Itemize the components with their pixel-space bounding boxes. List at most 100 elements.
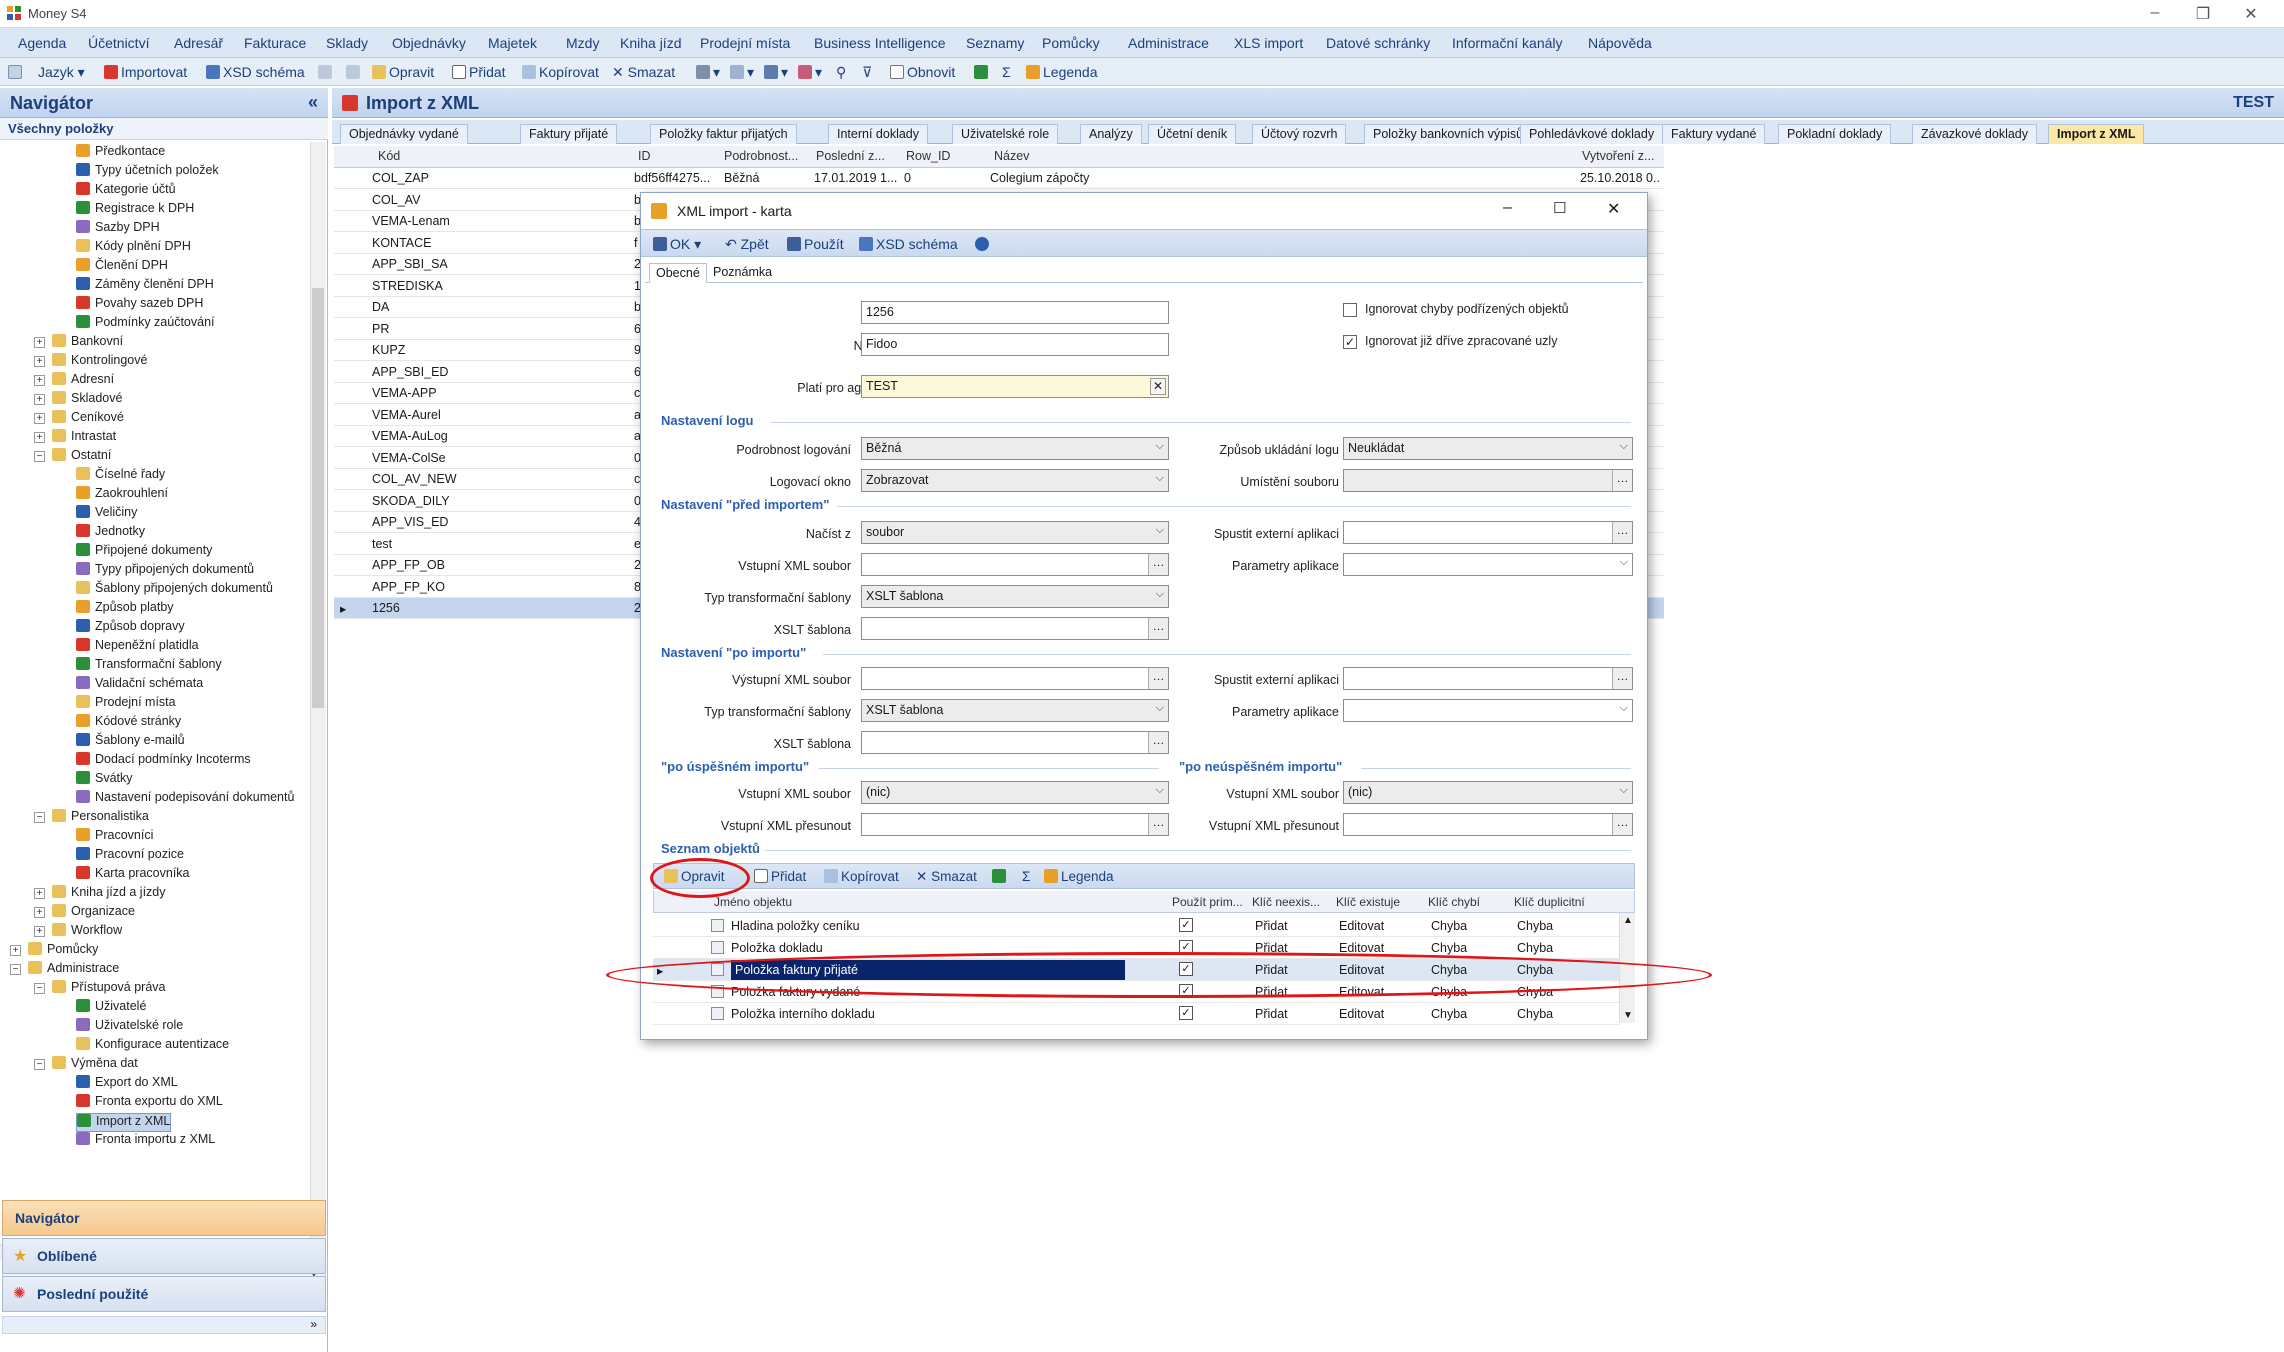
tree-item[interactable]: Členění DPH xyxy=(76,258,168,277)
tree-item[interactable]: Svátky xyxy=(76,771,133,790)
tree-item[interactable]: Kontrolingové xyxy=(52,353,147,372)
menu-item[interactable]: Datové schránky xyxy=(1326,35,1430,51)
zpusob-select[interactable]: Neukládat ⌵ xyxy=(1343,437,1633,460)
object-row[interactable]: Hladina položky ceníku ✓ Přidat Editovat Chy… xyxy=(653,915,1619,937)
pouzit-button[interactable]: Použít xyxy=(787,236,844,252)
menu-item[interactable]: XLS import xyxy=(1234,35,1303,51)
tree-item[interactable]: Šablony e-mailů xyxy=(76,733,185,752)
tree-expander-icon[interactable]: + xyxy=(34,356,45,367)
help-icon[interactable] xyxy=(975,236,992,252)
col-rowid[interactable]: Row_ID xyxy=(906,149,950,163)
tree-item[interactable]: Adresní xyxy=(52,372,114,391)
tree-item[interactable]: Pracovníci xyxy=(76,828,153,847)
menu-item[interactable]: Sklady xyxy=(326,35,368,51)
tree-expander-icon[interactable]: + xyxy=(34,337,45,348)
ignore-child-errors-checkbox[interactable] xyxy=(1343,303,1357,317)
tree-item[interactable]: Kniha jízd a jízdy xyxy=(52,885,166,904)
scroll-down-icon[interactable]: ▼ xyxy=(1623,1010,1633,1021)
document-tab[interactable]: Účetní deník xyxy=(1148,124,1237,144)
obnovit-button[interactable]: Obnovit xyxy=(890,64,955,80)
layout-icon[interactable] xyxy=(8,64,25,80)
scroll-up-icon[interactable]: ▲ xyxy=(1623,915,1633,926)
document-tab[interactable]: Interní doklady xyxy=(828,124,928,144)
document-tab[interactable]: Import z XML xyxy=(2048,124,2145,144)
clear-agenda-button[interactable]: ✕ xyxy=(1150,378,1166,395)
tree-expander-icon[interactable]: + xyxy=(34,413,45,424)
ok-button[interactable]: OK ▾ xyxy=(653,236,701,253)
tree-item[interactable]: Registrace k DPH xyxy=(76,201,194,220)
tree-item[interactable]: Bankovní xyxy=(52,334,123,353)
col-id[interactable]: ID xyxy=(638,149,651,163)
tree-item[interactable]: Skladové xyxy=(52,391,122,410)
document-tab[interactable]: Účtový rozvrh xyxy=(1252,124,1347,144)
document-tab[interactable]: Pokladní doklady xyxy=(1778,124,1892,144)
jazyk-button[interactable]: Jazyk ▾ xyxy=(38,64,85,81)
object-row[interactable]: Položka interního dokladu ✓ Přidat Editovat… xyxy=(653,1003,1619,1025)
close-icon[interactable]: ✕ xyxy=(2236,4,2266,24)
tree-expander-icon[interactable]: − xyxy=(34,1059,45,1070)
tree-item[interactable]: Workflow xyxy=(52,923,122,942)
tree-item[interactable]: Konfigurace autentizace xyxy=(76,1037,229,1056)
okno-select[interactable]: Zobrazovat ⌵ xyxy=(861,469,1169,492)
browse-button[interactable]: … xyxy=(1612,522,1632,543)
col-kod[interactable]: Kód xyxy=(378,149,400,163)
oblibene-button[interactable]: Oblíbené ★ xyxy=(2,1238,326,1274)
tree-item[interactable]: Typy účetních položek xyxy=(76,163,219,182)
document-tab[interactable]: Závazkové doklady xyxy=(1912,124,2038,144)
tree-item[interactable]: Ceníkové xyxy=(52,410,124,429)
tree-item[interactable]: Kódové stránky xyxy=(76,714,181,733)
col-nazev[interactable]: Název xyxy=(994,149,1029,163)
tree-item[interactable]: Připojené dokumenty xyxy=(76,543,212,562)
param-select[interactable]: ⌵ xyxy=(1343,553,1633,576)
menu-item[interactable]: Adresář xyxy=(174,35,223,51)
tree-expander-icon[interactable]: + xyxy=(34,432,45,443)
tab-obecne[interactable]: Obecné xyxy=(649,263,707,283)
tree-item[interactable]: Jednotky xyxy=(76,524,145,543)
menu-item[interactable]: Kniha jízd xyxy=(620,35,681,51)
tree-item[interactable]: Povahy sazeb DPH xyxy=(76,296,203,315)
tree-expander-icon[interactable]: + xyxy=(34,375,45,386)
pridat-button[interactable]: Přidat xyxy=(452,64,506,80)
document-tab[interactable]: Pohledávkové doklady xyxy=(1520,124,1664,144)
col-jmeno[interactable]: Jméno objektu xyxy=(714,895,792,909)
tree-item[interactable]: Nepeněžní platidla xyxy=(76,638,199,657)
tree-item[interactable]: Transformační šablony xyxy=(76,657,222,676)
dialog-maximize-icon[interactable]: ☐ xyxy=(1553,199,1566,217)
tree-item[interactable]: Veličiny xyxy=(76,505,137,524)
xslt-field[interactable]: … xyxy=(861,617,1169,640)
tree-expander-icon[interactable]: + xyxy=(34,926,45,937)
typ-select[interactable]: XSLT šablona ⌵ xyxy=(861,585,1169,608)
tree-item[interactable]: Typy připojených dokumentů xyxy=(76,562,254,581)
nacist-select[interactable]: soubor ⌵ xyxy=(861,521,1169,544)
tree-expander-icon[interactable]: − xyxy=(34,812,45,823)
use-primary-checkbox[interactable]: ✓ xyxy=(1179,918,1193,932)
tree-item[interactable]: Zaokrouhlení xyxy=(76,486,168,505)
presunout-fail-field[interactable]: … xyxy=(1343,813,1633,836)
tree-expander-icon[interactable]: + xyxy=(34,907,45,918)
menu-item[interactable]: Majetek xyxy=(488,35,537,51)
excel-icon[interactable] xyxy=(974,64,991,80)
tree-item[interactable]: Přístupová práva xyxy=(52,980,166,999)
preview-icon[interactable]: ▾ xyxy=(730,64,754,81)
vstupni-fail-select[interactable]: (nic) ⌵ xyxy=(1343,781,1633,804)
tree-item[interactable]: Import z XML xyxy=(76,1113,172,1132)
restore-icon[interactable]: ❐ xyxy=(2188,4,2218,24)
tree-item[interactable]: Pracovní pozice xyxy=(76,847,184,866)
document-tab[interactable]: Faktury vydané xyxy=(1662,124,1766,144)
document-tab[interactable]: Analýzy xyxy=(1080,124,1142,144)
grid-icon[interactable] xyxy=(318,64,335,80)
tree-item[interactable]: Personalistika xyxy=(52,809,149,828)
tree-item[interactable]: Fronta importu z XML xyxy=(76,1132,215,1151)
tree-item[interactable]: Výměna dat xyxy=(52,1056,138,1075)
menu-item[interactable]: Seznamy xyxy=(966,35,1024,51)
navigator-scroll-thumb[interactable] xyxy=(312,288,324,708)
menu-item[interactable]: Mzdy xyxy=(566,35,599,51)
tree-item[interactable]: Administrace xyxy=(28,961,119,980)
col-chybi[interactable]: Klíč chybí xyxy=(1428,895,1480,909)
dialog-close-icon[interactable]: ✕ xyxy=(1607,199,1620,219)
browse-button[interactable]: … xyxy=(1148,618,1168,639)
tree-expander-icon[interactable]: − xyxy=(34,983,45,994)
objects-legenda-button[interactable]: Legenda xyxy=(1044,869,1114,884)
objects-sum-button[interactable]: Σ xyxy=(1022,869,1030,884)
tree-expander-icon[interactable]: − xyxy=(10,964,21,975)
